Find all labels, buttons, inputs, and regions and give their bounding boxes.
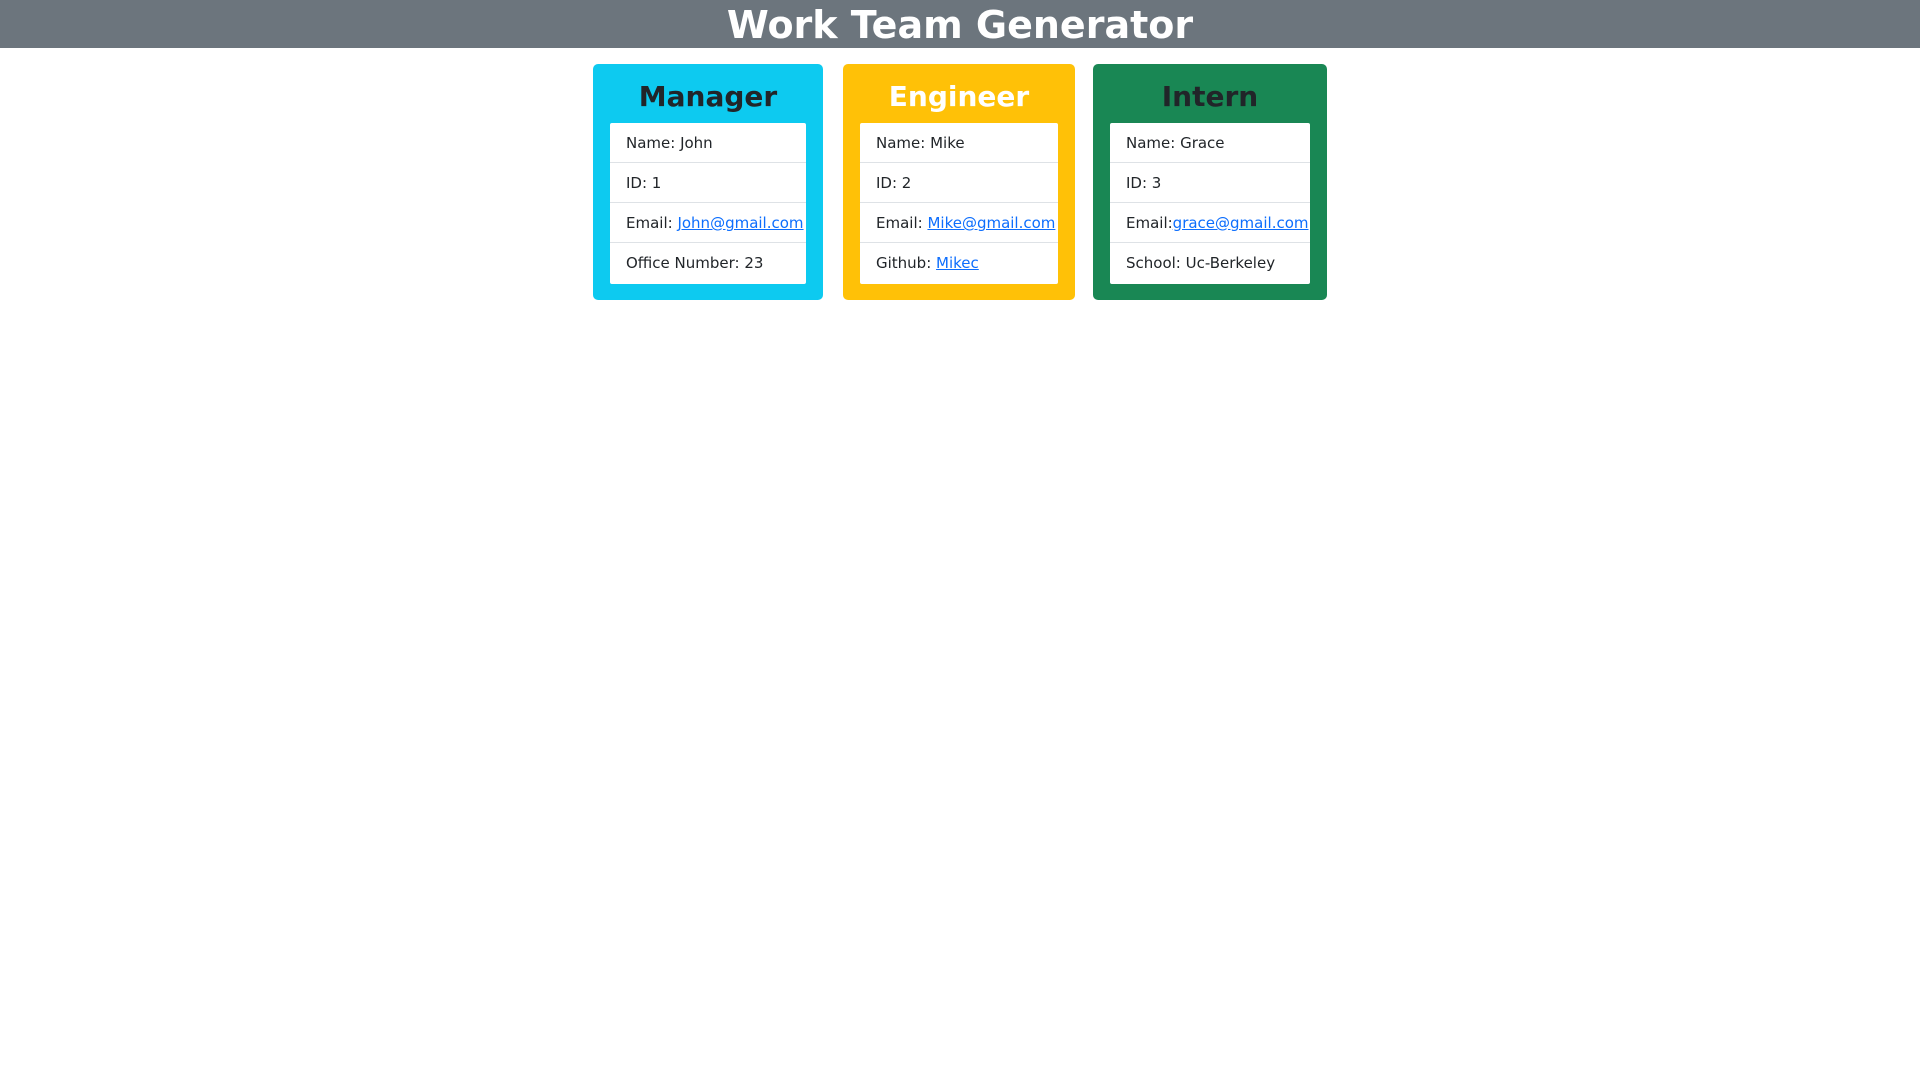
name-item: Name: Mike [860, 123, 1058, 163]
school-item: School: Uc-Berkeley [1126, 254, 1276, 272]
card-title: Manager [638, 80, 778, 113]
engineer-card: Engineer Name: Mike ID: 2 Email: Mike@gm… [843, 64, 1075, 300]
email-link[interactable]: Mike@gmail.com [927, 214, 1055, 232]
id-item: ID: 2 [860, 163, 1058, 203]
email-item: Email: Mike@gmail.com [860, 203, 1058, 243]
card-details-list: Name: John ID: 1 Email: John@gmail.com O… [610, 123, 806, 284]
github-link[interactable]: Mikec [936, 254, 979, 272]
email-item: Email: John@gmail.com [610, 203, 806, 243]
id-item: ID: 1 [610, 163, 806, 203]
intern-card: Intern Name: Grace ID: 3 Email:grace@gma… [1093, 64, 1327, 300]
name-item: Name: Grace [1110, 123, 1310, 163]
email-link[interactable]: John@gmail.com [677, 214, 803, 232]
github-item: Github: Mikec [876, 254, 979, 272]
card-details-list: Name: Grace ID: 3 Email:grace@gmail.com … [1110, 123, 1310, 284]
card-details-list: Name: Mike ID: 2 Email: Mike@gmail.com G… [860, 123, 1058, 284]
email-item: Email:grace@gmail.com [1110, 203, 1310, 243]
page-header: Work Team Generator [0, 0, 1920, 48]
email-link[interactable]: grace@gmail.com [1173, 214, 1309, 232]
manager-card: Manager Name: John ID: 1 Email: John@gma… [593, 64, 823, 300]
card-title: Engineer [888, 80, 1030, 113]
page-title: Work Team Generator [726, 3, 1194, 47]
card-title: Intern [1161, 80, 1259, 113]
office-number-item: Office Number: 23 [626, 254, 764, 272]
id-item: ID: 3 [1110, 163, 1310, 203]
name-item: Name: John [610, 123, 806, 163]
